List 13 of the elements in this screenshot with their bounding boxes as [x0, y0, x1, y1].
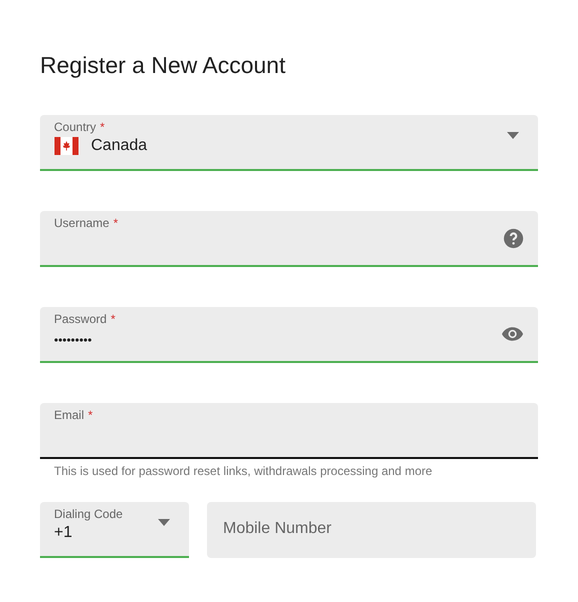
input-field[interactable]: Mobile Number: [207, 502, 536, 558]
help-icon[interactable]: [503, 228, 524, 248]
input-field[interactable]: Username *: [40, 211, 538, 267]
dropdown-field[interactable]: Dialing Code +1: [40, 502, 189, 558]
flag-icon: [54, 137, 79, 155]
caret-icon: [507, 132, 519, 138]
caret-icon: [158, 518, 170, 526]
input-field[interactable]: Email *: [40, 403, 538, 459]
form-title: Register a New Account: [40, 52, 286, 79]
helper-text: This is used for password reset links, withdrawals processing and more: [53, 463, 434, 478]
eye-icon[interactable]: [501, 326, 524, 342]
input-field[interactable]: Password * •••••••••: [40, 307, 538, 363]
input-field[interactable]: Country * Canada: [40, 115, 538, 171]
